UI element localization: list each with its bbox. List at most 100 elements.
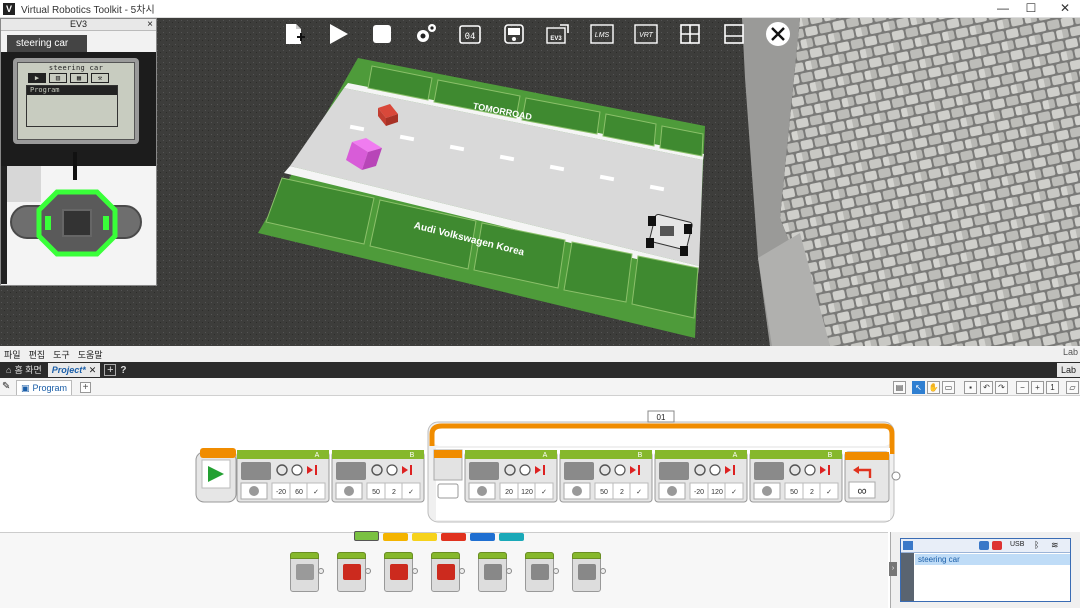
file-nav-icon[interactable]: ▥ xyxy=(49,73,67,83)
add-project-button[interactable]: + xyxy=(104,364,117,376)
motor-port-label[interactable]: B xyxy=(410,452,415,459)
palette-block[interactable] xyxy=(478,552,512,592)
parameter-value: 2 xyxy=(620,489,624,496)
wifi-icon[interactable]: ≋ xyxy=(1051,540,1059,551)
svg-text:LMS: LMS xyxy=(595,32,610,39)
zoom-in-icon[interactable]: + xyxy=(1031,381,1044,394)
parameter-value: ✓ xyxy=(313,489,319,496)
motor-port-label[interactable]: B xyxy=(638,452,643,459)
o4-icon[interactable]: 04 xyxy=(448,20,492,48)
display-icon[interactable] xyxy=(492,20,536,48)
disconnect-icon[interactable] xyxy=(992,541,1002,550)
available-brick-row[interactable]: steering car xyxy=(915,554,1070,565)
settings-icon[interactable]: ⚒ xyxy=(91,73,109,83)
close-tab-button[interactable]: ✕ xyxy=(89,363,97,377)
brick-info-icon[interactable] xyxy=(903,541,913,550)
motor-block[interactable]: B 50 2 ✓ xyxy=(749,450,843,503)
parameter-value: ✓ xyxy=(408,489,414,496)
degrees-icon xyxy=(614,464,626,476)
save-icon[interactable]: ▪ xyxy=(964,381,977,394)
menu-tools[interactable]: 도구 xyxy=(49,348,74,361)
motor-blocks-group: A -20 60 ✓ B 50 2 ✓ A 20 120 ✓ B 50 2 ✓ A -20 120 ✓ B 50 2 ✓ xyxy=(236,450,843,503)
start-block[interactable] xyxy=(195,448,237,503)
hardware-side-tabs[interactable] xyxy=(901,553,914,601)
usb-label[interactable]: USB xyxy=(1010,541,1024,548)
help-button[interactable]: ? xyxy=(120,365,126,376)
palette-block[interactable] xyxy=(290,552,324,592)
palette-tab[interactable] xyxy=(412,533,437,541)
maximize-button[interactable]: ☐ xyxy=(1018,0,1044,18)
palette-blocks xyxy=(290,552,606,592)
ev3-program-item[interactable]: Program xyxy=(27,86,117,95)
motor-block[interactable]: B 50 2 ✓ xyxy=(559,450,653,503)
motor-block[interactable]: A 20 120 ✓ xyxy=(464,450,558,503)
minimize-button[interactable]: — xyxy=(990,0,1016,18)
zoom-reset-icon[interactable]: 1 xyxy=(1046,381,1059,394)
parameter-value: 120 xyxy=(521,489,533,496)
hardware-page-toggle[interactable]: › xyxy=(889,562,897,576)
motor-block[interactable]: A -20 60 ✓ xyxy=(236,450,330,503)
palette-tab[interactable] xyxy=(441,533,466,541)
zoom-out-icon[interactable]: − xyxy=(1016,381,1029,394)
lms-icon[interactable]: LMS xyxy=(580,20,624,48)
vrt-icon[interactable]: VRT xyxy=(624,20,668,48)
tab-project[interactable]: Project* ✕ xyxy=(47,363,101,377)
bluetooth-icon[interactable]: ᛒ xyxy=(1034,540,1039,550)
select-pointer-icon[interactable]: ↖ xyxy=(912,381,925,394)
undo-icon[interactable]: ↶ xyxy=(980,381,993,394)
motor-block[interactable]: A -20 120 ✓ xyxy=(654,450,748,503)
palette-tab[interactable] xyxy=(383,533,408,541)
program-canvas[interactable]: 01 A -20 60 ✓ B 50 2 ✓ A 20 120 ✓ B 50 2 ✓ A -20 120 ✓ B 50 2 ✓… xyxy=(0,396,1080,532)
motor-port-label[interactable]: B xyxy=(828,452,833,459)
lab-button[interactable]: Lab xyxy=(1056,363,1080,377)
palette-block[interactable] xyxy=(525,552,559,592)
menu-edit[interactable]: 편집 xyxy=(25,348,50,361)
ev3-export-icon[interactable]: EV3 xyxy=(536,20,580,48)
run-recent-icon[interactable]: ▶ xyxy=(28,73,46,83)
motor-icon xyxy=(469,462,499,480)
content-editor-icon[interactable]: ▤ xyxy=(893,381,906,394)
palette-tab[interactable] xyxy=(354,531,379,541)
ev3-brick-tab[interactable]: steering car xyxy=(7,35,87,52)
ev3-panel-close-button[interactable]: × xyxy=(147,19,153,30)
menu-help[interactable]: 도움말 xyxy=(74,348,107,361)
new-project-icon[interactable] xyxy=(272,20,316,48)
chat-icon[interactable]: ▱ xyxy=(1066,381,1079,394)
settings-gears-icon[interactable] xyxy=(404,20,448,48)
tab-home[interactable]: ⌂ 홈 화면 xyxy=(2,363,46,377)
comment-icon[interactable]: ▭ xyxy=(942,381,955,394)
project-properties-icon[interactable]: ✎ xyxy=(2,381,14,393)
redo-icon[interactable]: ↷ xyxy=(995,381,1008,394)
simulation-viewport[interactable]: TOMORROAD Audi Volkswagen Korea xyxy=(0,18,1080,346)
motor-port-label[interactable]: A xyxy=(315,452,320,459)
plug-connector xyxy=(412,568,418,574)
menu-file[interactable]: 파일 xyxy=(0,348,25,361)
stop-icon[interactable] xyxy=(360,20,404,48)
sound-icon xyxy=(531,564,549,580)
palette-block[interactable] xyxy=(431,552,465,592)
play-icon[interactable] xyxy=(316,20,360,48)
palette-block[interactable] xyxy=(384,552,418,592)
palette-block[interactable] xyxy=(337,552,371,592)
close-circle-icon[interactable] xyxy=(756,20,800,48)
horizontal-layout-icon[interactable] xyxy=(712,20,756,48)
pan-hand-icon[interactable]: ✋ xyxy=(927,381,940,394)
parameter-value: ✓ xyxy=(731,489,737,496)
motor-port-label[interactable]: A xyxy=(543,452,548,459)
ev3-program-list: Program xyxy=(26,85,118,127)
tab-program[interactable]: ▣ Program xyxy=(16,380,73,395)
palette-tab[interactable] xyxy=(470,533,495,541)
large-motor-icon xyxy=(343,564,361,580)
motor-block[interactable]: B 50 2 ✓ xyxy=(331,450,425,503)
palette-block[interactable] xyxy=(572,552,606,592)
close-window-button[interactable]: ✕ xyxy=(1052,0,1078,18)
parameter-value: 2 xyxy=(392,489,396,496)
add-program-button[interactable]: + xyxy=(80,382,91,393)
loop-end-infinity: ∞ xyxy=(857,483,866,498)
split-layout-icon[interactable] xyxy=(668,20,712,48)
palette-tab[interactable] xyxy=(499,533,524,541)
refresh-icon[interactable] xyxy=(979,541,989,550)
motor-port-label[interactable]: A xyxy=(733,452,738,459)
ev3-center-button[interactable] xyxy=(62,209,92,237)
brick-apps-icon[interactable]: ▦ xyxy=(70,73,88,83)
